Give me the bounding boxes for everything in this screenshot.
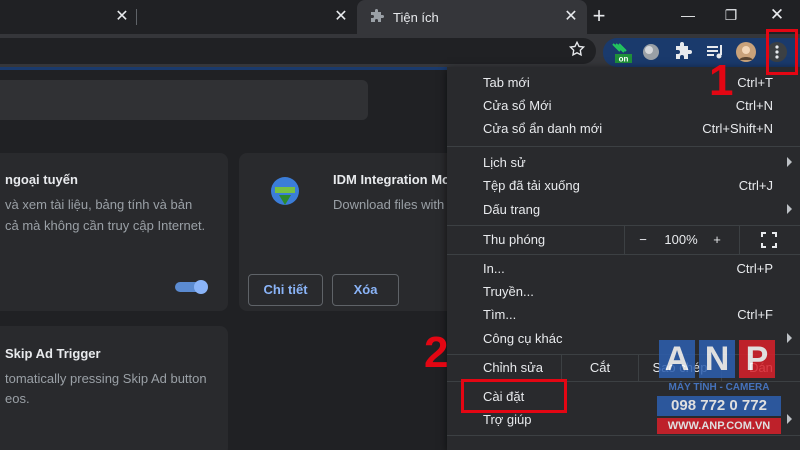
menu-item-shortcut: Ctrl+F: [737, 307, 773, 322]
menu-item-cast[interactable]: Truyền...: [447, 280, 800, 304]
watermark-letter: P: [739, 340, 775, 378]
remove-button[interactable]: Xóa: [332, 274, 399, 306]
watermark-letter: N: [699, 340, 735, 378]
menu-item-label: Tìm...: [483, 307, 517, 322]
close-icon[interactable]: ✕: [333, 9, 349, 25]
menu-item-shortcut: Ctrl+N: [735, 98, 773, 113]
menu-item-label: In...: [483, 261, 505, 276]
watermark-letter: A: [659, 340, 695, 378]
extension-card-offline: ngoại tuyến và xem tài liệu, bảng tính v…: [0, 153, 228, 311]
puzzle-icon: [371, 9, 384, 22]
extension-description: cả mà không cần truy cập Internet.: [5, 218, 206, 233]
menu-item-new-window[interactable]: Cửa sổ Mới Ctrl+N: [447, 94, 800, 118]
extension-icon[interactable]: on: [610, 41, 632, 63]
submenu-arrow-icon: [787, 333, 792, 343]
menu-item-label: Truyền...: [483, 284, 534, 299]
menu-item-downloads[interactable]: Tệp đã tải xuống Ctrl+J: [447, 174, 800, 198]
menu-item-new-tab[interactable]: Tab mới Ctrl+T: [447, 71, 800, 95]
menu-item-label: Cửa sổ Mới: [483, 98, 552, 113]
watermark-phone: 098 772 0 772: [657, 396, 781, 416]
menu-separator: [447, 146, 800, 147]
extension-card-skipad: Skip Ad Trigger tomatically pressing Ski…: [0, 326, 228, 450]
watermark-line: MÁY TÍNH - CAMERA: [668, 382, 770, 393]
menu-item-shortcut: Ctrl+Shift+N: [702, 121, 773, 136]
tab-strip: ✕ ✕ Tiện ích ✕ + — ❐ ✕: [0, 0, 800, 34]
anp-watermark: A N P MÁY TÍNH - CAMERA 098 772 0 772 WW…: [657, 340, 781, 440]
menu-item-shortcut: Ctrl+J: [738, 178, 773, 193]
menu-item-shortcut: Ctrl+P: [736, 261, 773, 276]
enable-toggle[interactable]: [175, 280, 209, 294]
submenu-arrow-icon: [787, 204, 792, 214]
menu-item-label: Công cụ khác: [483, 331, 563, 346]
menu-separator: [447, 254, 800, 255]
watermark-url: WWW.ANP.COM.VN: [657, 418, 781, 434]
extension-title: ngoại tuyến: [5, 172, 78, 187]
menu-item-history[interactable]: Lịch sử: [447, 151, 800, 175]
window-close-button[interactable]: ✕: [764, 4, 790, 26]
menu-item-label: Tab mới: [483, 75, 530, 90]
close-icon[interactable]: ✕: [114, 9, 130, 25]
address-bar[interactable]: [0, 38, 596, 64]
zoom-divider: [739, 226, 740, 254]
idm-logo-icon: [271, 177, 299, 205]
submenu-arrow-icon: [787, 157, 792, 167]
menu-item-label: Trợ giúp: [483, 412, 532, 427]
highlight-more-menu: [766, 29, 798, 75]
tab-2[interactable]: [137, 0, 357, 34]
step-number-1: 1: [709, 56, 734, 105]
zoom-divider: [624, 226, 625, 254]
extension-description: eos.: [5, 391, 30, 406]
details-button[interactable]: Chi tiết: [248, 274, 323, 306]
menu-item-shortcut: Ctrl+T: [737, 75, 773, 90]
idm-extension-icon[interactable]: [640, 41, 662, 63]
extension-description: tomatically pressing Skip Ad button: [5, 371, 207, 386]
submenu-arrow-icon: [787, 414, 792, 424]
extension-badge: on: [619, 55, 629, 64]
menu-item-incognito[interactable]: Cửa sổ ẩn danh mới Ctrl+Shift+N: [447, 117, 800, 141]
extension-title: IDM Integration Mo: [333, 172, 450, 187]
menu-item-label: Cửa sổ ẩn danh mới: [483, 121, 603, 136]
puzzle-icon[interactable]: [672, 41, 694, 63]
menu-item-print[interactable]: In... Ctrl+P: [447, 257, 800, 281]
menu-item-label: Tệp đã tải xuống: [483, 178, 580, 193]
zoom-out-button[interactable]: −: [632, 226, 654, 254]
extension-description: và xem tài liệu, bảng tính và bản: [5, 197, 193, 212]
cut-button[interactable]: Cắt: [562, 355, 638, 381]
close-icon[interactable]: ✕: [563, 9, 579, 25]
fullscreen-icon[interactable]: [761, 232, 777, 248]
step-number-2: 2: [424, 328, 449, 377]
zoom-in-button[interactable]: +: [706, 226, 728, 254]
zoom-row: Thu phóng − 100% +: [447, 226, 800, 254]
extension-description: Download files with: [333, 197, 445, 212]
tab-1[interactable]: ✕: [0, 0, 135, 34]
zoom-level: 100%: [664, 232, 698, 247]
new-tab-button[interactable]: +: [588, 5, 610, 27]
edit-label: Chỉnh sửa: [483, 360, 544, 375]
menu-item-find[interactable]: Tìm... Ctrl+F: [447, 303, 800, 327]
extension-card-idm: IDM Integration Mo Download files with C…: [239, 153, 469, 311]
avatar[interactable]: [735, 41, 757, 63]
highlight-settings: [461, 379, 567, 413]
search-extensions-bar[interactable]: [0, 80, 368, 120]
menu-item-bookmarks[interactable]: Dấu trang: [447, 198, 800, 222]
zoom-label: Thu phóng: [483, 232, 546, 247]
restore-button[interactable]: ❐: [718, 4, 744, 26]
extension-title: Skip Ad Trigger: [5, 346, 101, 361]
tab-3-title: Tiện ích: [393, 9, 439, 25]
tab-extensions[interactable]: Tiện ích ✕: [357, 0, 587, 34]
minimize-button[interactable]: —: [675, 4, 701, 26]
menu-item-label: Dấu trang: [483, 202, 541, 217]
star-icon[interactable]: [568, 40, 586, 58]
menu-item-label: Lịch sử: [483, 155, 526, 170]
